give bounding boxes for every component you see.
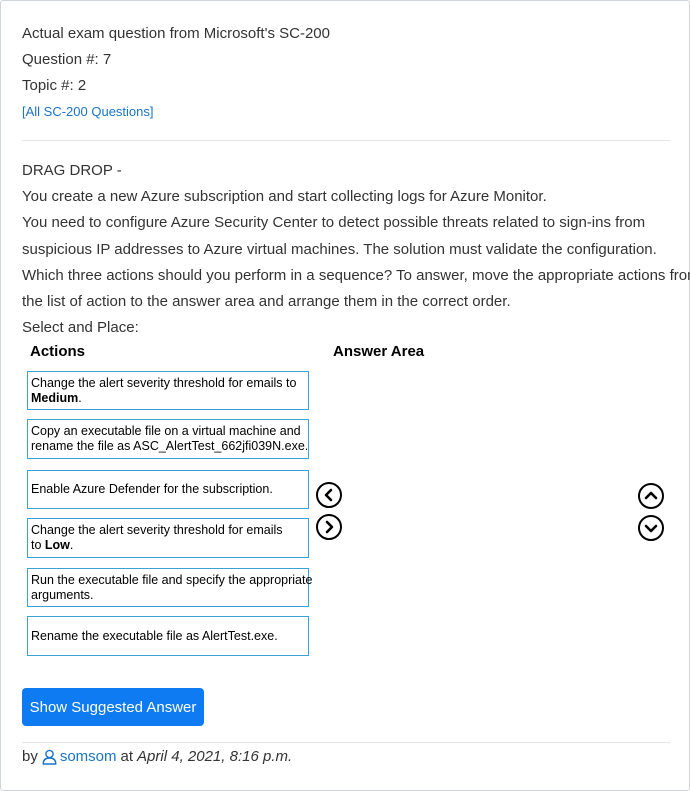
chevron-left-icon bbox=[324, 488, 333, 502]
author-name: somsom bbox=[59, 748, 117, 765]
action-text: Enable Azure Defender for the subscripti… bbox=[31, 482, 273, 496]
exam-title: Actual exam question from Microsoft's SC… bbox=[22, 25, 330, 42]
author-link[interactable]: somsom bbox=[42, 748, 117, 765]
question-card: Actual exam question from Microsoft's SC… bbox=[0, 0, 690, 791]
show-suggested-answer-button[interactable]: Show Suggested Answer bbox=[22, 688, 204, 726]
chevron-up-icon bbox=[644, 491, 658, 500]
action-text: Change the alert severity threshold for … bbox=[31, 375, 297, 390]
action-text-bold: Low bbox=[44, 538, 70, 552]
question-text-line: You create a new Azure subscription and … bbox=[22, 188, 547, 206]
question-text-line: Which three actions should you perform i… bbox=[22, 266, 690, 284]
question-text-line: the list of action to the answer area an… bbox=[22, 293, 511, 311]
action-item[interactable]: Enable Azure Defender for the subscripti… bbox=[27, 470, 309, 509]
move-right-button[interactable] bbox=[316, 514, 342, 540]
at-label: at bbox=[120, 748, 134, 765]
action-item[interactable]: Change the alert severity threshold for … bbox=[27, 518, 309, 558]
action-text: arguments. bbox=[31, 587, 94, 602]
actions-title: Actions bbox=[30, 343, 86, 360]
move-left-button[interactable] bbox=[316, 482, 342, 508]
question-number: Question #: 7 bbox=[22, 51, 112, 68]
question-text-line: suspicious IP addresses to Azure virtual… bbox=[22, 240, 657, 258]
action-item[interactable]: Copy an executable file on a virtual mac… bbox=[27, 419, 309, 459]
post-meta: by somsom at April 4, 2021, 8:16 p.m. bbox=[22, 748, 292, 765]
chevron-right-icon bbox=[325, 520, 334, 534]
action-text: Run the executable file and specify the … bbox=[31, 572, 313, 587]
action-text: rename the file as ASC_AlertTest_662jfi0… bbox=[31, 439, 309, 453]
action-text: . bbox=[78, 390, 82, 405]
answer-area-title: Answer Area bbox=[333, 343, 425, 360]
action-text-bold: Medium bbox=[31, 390, 79, 405]
question-body: DRAG DROP - You create a new Azure subsc… bbox=[22, 158, 690, 341]
action-text: Copy an executable file on a virtual mac… bbox=[31, 424, 301, 438]
all-questions-link[interactable]: [All SC-200 Questions] bbox=[22, 104, 154, 119]
by-label: by bbox=[22, 748, 38, 765]
action-text: . bbox=[69, 538, 74, 552]
topic-number: Topic #: 2 bbox=[22, 77, 87, 94]
chevron-down-icon bbox=[644, 524, 658, 533]
move-down-button[interactable] bbox=[638, 515, 664, 541]
action-item[interactable]: Rename the executable file as AlertTest.… bbox=[27, 616, 309, 656]
action-item[interactable]: Run the executable file and specify the … bbox=[27, 568, 313, 607]
action-text: Rename the executable file as AlertTest.… bbox=[31, 628, 278, 643]
footer-divider bbox=[22, 742, 670, 743]
question-header: Actual exam question from Microsoft's SC… bbox=[22, 21, 330, 125]
action-text: Change the alert severity threshold for … bbox=[31, 523, 283, 537]
question-text-line: You need to configure Azure Security Cen… bbox=[22, 214, 646, 232]
user-icon bbox=[42, 749, 57, 765]
question-type: DRAG DROP - bbox=[22, 162, 122, 179]
header-divider bbox=[22, 140, 670, 141]
question-text-line: Select and Place: bbox=[22, 319, 139, 337]
move-up-button[interactable] bbox=[638, 483, 664, 509]
post-date: April 4, 2021, 8:16 p.m. bbox=[137, 748, 293, 765]
action-text: to bbox=[31, 538, 45, 552]
action-item[interactable]: Change the alert severity threshold for … bbox=[27, 371, 309, 410]
